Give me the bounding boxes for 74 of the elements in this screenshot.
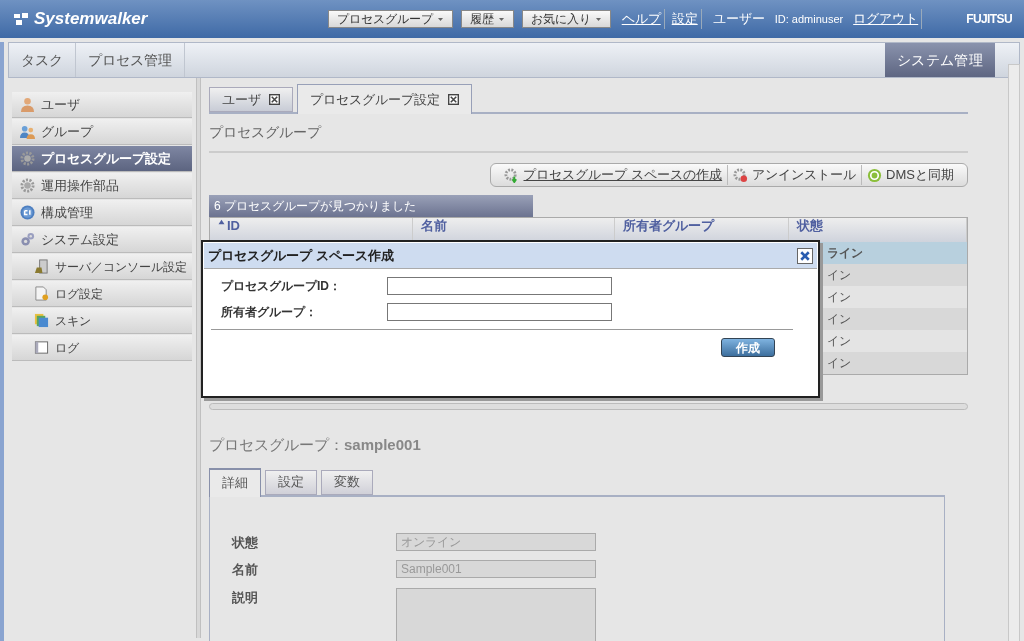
gear-icon (20, 178, 35, 193)
sort-icon (218, 219, 225, 225)
detail-tab[interactable]: 設定 (265, 469, 317, 495)
section-title: プロセスグループ (209, 122, 968, 153)
dropdown-button[interactable]: 履歴 (460, 10, 514, 28)
gear-icon (20, 151, 35, 166)
close-icon (448, 94, 459, 105)
field-label: 名前 (232, 561, 259, 579)
document-icon (34, 286, 49, 301)
logo-text: Systemwalker (34, 8, 148, 31)
sidebar-item[interactable]: ログ (12, 335, 192, 361)
gear-icon (504, 167, 520, 183)
person-icon (20, 97, 35, 112)
field-label: プロセスグループID： (221, 278, 342, 295)
table-cell-text: イン (827, 311, 851, 328)
scrollbar[interactable] (1008, 64, 1020, 641)
result-banner: 6 プロセスグループが見つかりました (209, 195, 533, 217)
table-cell-text: ライン (827, 245, 863, 262)
sidebar-item[interactable]: ユーザ (12, 92, 192, 118)
content-tab[interactable]: プロセスグループ設定 (297, 84, 472, 114)
splitter[interactable] (196, 78, 201, 638)
main-tab[interactable]: システム管理 (884, 43, 995, 77)
server-icon (34, 259, 49, 274)
field-label: 説明 (232, 588, 259, 607)
sidebar-item[interactable]: ログ設定 (12, 281, 192, 307)
header-link[interactable]: ログアウト (850, 9, 923, 29)
table-cell-text: イン (827, 267, 851, 284)
header-text: ID: adminuser (773, 11, 845, 27)
toolbar-button[interactable]: プロセスグループ スペースの作成 (499, 165, 728, 185)
toolbar-button[interactable]: DMSと同期 (861, 165, 959, 185)
input-field[interactable] (387, 277, 612, 295)
detail-title: プロセスグループ：sample001 (209, 435, 422, 455)
header-text: ユーザー (711, 10, 766, 29)
sidebar-item[interactable]: システム設定 (12, 227, 192, 253)
text-area[interactable] (396, 587, 596, 641)
caret-icon (436, 16, 444, 22)
table-cell-text: イン (827, 355, 851, 372)
table-cell-text: イン (827, 289, 851, 306)
dialog-title: プロセスグループ スペース作成 (208, 246, 394, 265)
logo-icon (12, 11, 30, 27)
close-icon (269, 94, 280, 105)
caret-icon (594, 16, 602, 22)
sidebar-item[interactable]: サーバ／コンソール設定 (12, 254, 192, 280)
caret-icon (497, 16, 505, 22)
header-link[interactable]: 設定 (668, 9, 702, 29)
gear-icon (733, 167, 749, 183)
close-button[interactable] (797, 247, 813, 264)
main-tab[interactable]: タスク (9, 43, 76, 77)
header-link[interactable]: ヘルプ (618, 9, 665, 29)
detail-tab[interactable]: 変数 (321, 469, 373, 495)
sidebar-item[interactable]: プロセスグループ設定 (12, 146, 192, 172)
sidebar-item[interactable]: 構成管理 (12, 200, 192, 226)
main-tab[interactable]: プロセス管理 (76, 43, 185, 77)
splitter-bar[interactable] (209, 403, 968, 410)
toolbar-button[interactable]: アンインストール (727, 165, 862, 185)
input-field[interactable] (387, 303, 612, 321)
field-label: 所有者グループ： (221, 304, 318, 321)
people-icon (20, 124, 35, 139)
close-icon (799, 249, 811, 262)
book-icon (34, 340, 49, 355)
sidebar-item[interactable]: グループ (12, 119, 192, 145)
detail-tab[interactable]: 詳細 (209, 467, 261, 497)
table-cell-text: イン (827, 333, 851, 350)
sync-icon (867, 167, 883, 183)
dropdown-button[interactable]: プロセスグループ (327, 10, 453, 28)
gears-icon (20, 232, 35, 247)
sidebar-item[interactable]: スキン (12, 308, 192, 334)
ci-icon (20, 205, 35, 220)
field-label: 状態 (232, 533, 259, 552)
palette-icon (34, 313, 49, 328)
sidebar-item[interactable]: 運用操作部品 (12, 173, 192, 199)
brand-logo: FUJITSU (966, 11, 1012, 28)
content-tab[interactable]: ユーザ (209, 87, 293, 112)
dropdown-button[interactable]: お気に入り (521, 10, 611, 28)
